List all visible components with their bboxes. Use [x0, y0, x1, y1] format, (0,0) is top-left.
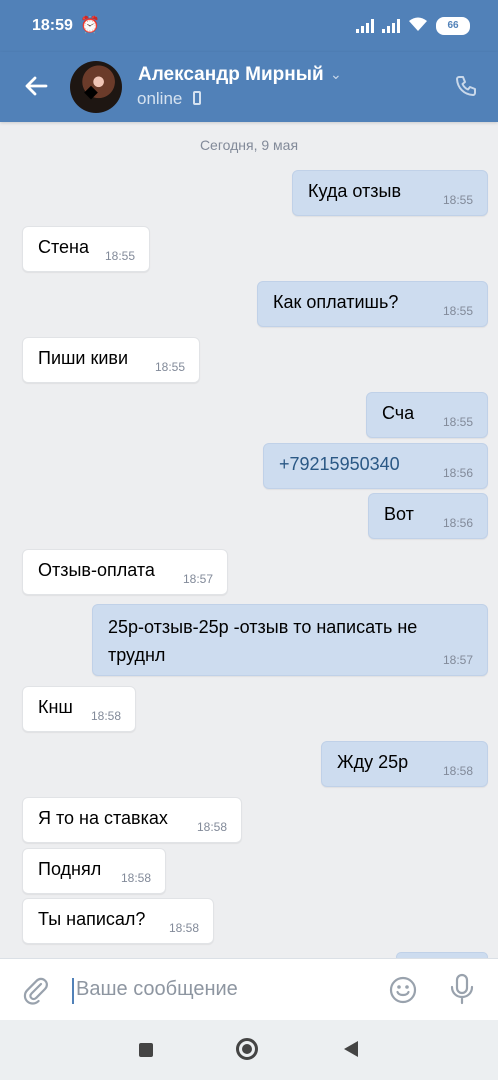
message-time: 18:55 [442, 193, 473, 207]
message-time: 18:58 [168, 921, 199, 935]
message-time: 18:58 [442, 764, 473, 778]
message-bubble-incoming[interactable]: Поднял 18:58 [22, 848, 166, 894]
message-text: Стена [38, 237, 90, 257]
message-text: Как оплатишь? [273, 292, 399, 312]
message-text: Отзыв-оплата [38, 560, 155, 580]
microphone-icon[interactable] [449, 973, 475, 1005]
phone-icon[interactable] [454, 74, 478, 98]
message-text: Пиши киви [38, 348, 129, 368]
message-time: 18:58 [90, 709, 121, 723]
message-bubble-outgoing[interactable]: Вот 18:56 [368, 493, 488, 539]
avatar[interactable]: ⬥ [70, 61, 122, 113]
message-bubble-incoming[interactable]: Ты написал? 18:58 [22, 898, 214, 944]
signal-icon [382, 19, 400, 33]
message-time: 18:55 [154, 360, 185, 374]
status-icons: 66 [356, 16, 470, 36]
battery-icon: 66 [436, 17, 470, 35]
message-bubble-outgoing[interactable]: 25р-отзыв-25р -отзыв то написать не труд… [92, 604, 488, 676]
message-time: 18:55 [442, 415, 473, 429]
message-bubble-outgoing[interactable]: Жду 25р 18:58 [321, 741, 488, 787]
mobile-device-icon [193, 91, 201, 105]
message-bubble-incoming[interactable]: Кнш 18:58 [22, 686, 136, 732]
message-text: Сча [382, 403, 415, 423]
message-input[interactable]: Ваше сообщение [76, 978, 238, 1001]
text-cursor [72, 978, 74, 1004]
message-bubble-incoming[interactable]: Отзыв-оплата 18:57 [22, 549, 228, 595]
message-text: Кнш [38, 697, 73, 717]
alarm-icon: ⏰ [80, 17, 100, 34]
smile-icon[interactable] [389, 976, 417, 1004]
message-bubble-incoming[interactable]: Я то на ставках 18:58 [22, 797, 242, 843]
recent-apps-icon[interactable] [139, 1043, 153, 1057]
phone-number-link[interactable]: +79215950340 [279, 454, 400, 474]
arrow-left-icon[interactable] [22, 72, 50, 100]
message-bubble-outgoing[interactable]: Сча 18:55 [366, 392, 488, 438]
contact-name[interactable]: Александр Мирный [138, 64, 324, 86]
message-time: 18:58 [120, 871, 151, 885]
message-time: 18:56 [442, 466, 473, 480]
message-bubble-outgoing[interactable]: Куда отзыв 18:55 [292, 170, 488, 216]
message-bubble-outgoing[interactable]: +79215950340 18:56 [263, 443, 488, 489]
message-time: 18:56 [442, 516, 473, 530]
home-icon[interactable] [236, 1038, 258, 1060]
message-composer: Ваше сообщение [0, 958, 498, 1021]
signal-icon [356, 19, 374, 33]
system-nav-bar [0, 1020, 498, 1080]
message-text: Вот [384, 504, 414, 524]
chat-header: ⬥ Александр Мирный ⌄ online [0, 52, 498, 122]
message-bubble-incoming[interactable]: Пиши киви 18:55 [22, 337, 200, 383]
message-bubble-incoming[interactable]: Стена 18:55 [22, 226, 150, 272]
message-time: 18:57 [182, 572, 213, 586]
wifi-icon [408, 16, 428, 36]
message-text: Я то на ставках [38, 808, 168, 828]
message-text: Поднял [38, 859, 102, 879]
date-separator: Сегодня, 9 мая [199, 137, 299, 153]
message-time: 18:55 [104, 249, 135, 263]
message-time: 18:57 [442, 653, 473, 667]
message-text: Куда отзыв [308, 181, 402, 201]
message-text: Ты написал? [38, 909, 146, 929]
message-bubble-outgoing[interactable]: Как оплатишь? 18:55 [257, 281, 488, 327]
message-time: 18:55 [442, 304, 473, 318]
status-time: 18:59 [32, 17, 73, 34]
status-bar: 18:59 ⏰ 66 [0, 0, 498, 52]
message-time: 18:58 [196, 820, 227, 834]
back-triangle-icon[interactable] [344, 1041, 358, 1057]
paperclip-icon[interactable] [22, 975, 50, 1005]
chevron-down-icon[interactable]: ⌄ [330, 66, 342, 83]
contact-status: online [137, 89, 183, 108]
message-text: Жду 25р [337, 752, 409, 772]
message-text: 25р-отзыв-25р -отзыв то написать не труд… [108, 617, 418, 665]
